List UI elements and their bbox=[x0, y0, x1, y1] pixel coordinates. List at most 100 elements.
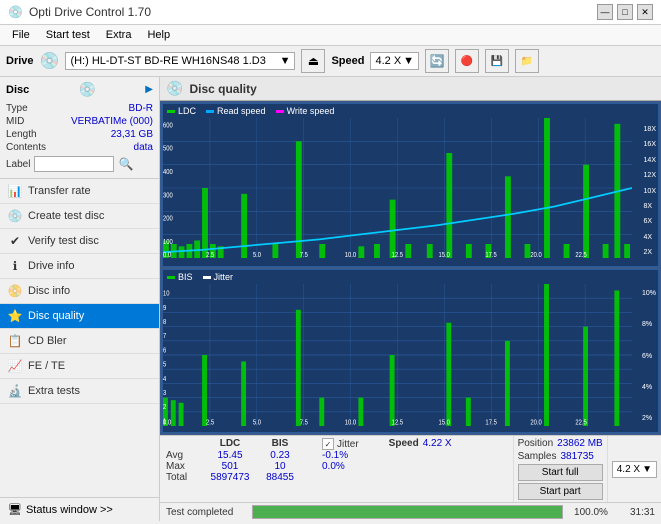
title-bar-left: 💿 Opti Drive Control 1.70 bbox=[8, 5, 151, 19]
svg-text:8: 8 bbox=[163, 318, 166, 326]
cd-bler-icon: 📋 bbox=[8, 334, 22, 348]
legend-jitter-dot bbox=[203, 276, 211, 279]
drive-select[interactable]: (H:) HL-DT-ST BD-RE WH16NS48 1.D3 ▼ bbox=[65, 52, 295, 70]
sidebar-item-disc-quality[interactable]: ⭐ Disc quality bbox=[0, 304, 159, 329]
stats-spacer bbox=[302, 438, 322, 450]
disc-label-label: Label bbox=[6, 159, 30, 170]
svg-text:7.5: 7.5 bbox=[300, 419, 308, 426]
record-button[interactable]: 🔴 bbox=[455, 49, 479, 73]
disc-contents-value: data bbox=[134, 142, 153, 153]
menu-extra[interactable]: Extra bbox=[98, 27, 140, 43]
verify-test-disc-icon: ✔ bbox=[8, 234, 22, 248]
refresh-button[interactable]: 🔄 bbox=[425, 49, 449, 73]
status-window-icon: 🖥 bbox=[8, 503, 22, 516]
svg-text:9: 9 bbox=[163, 304, 166, 312]
minimize-button[interactable]: — bbox=[597, 4, 613, 20]
sidebar-spacer bbox=[0, 404, 159, 497]
disc-mid-value: VERBATIMe (000) bbox=[71, 116, 153, 127]
stats-empty bbox=[166, 438, 202, 450]
svg-text:12.5: 12.5 bbox=[392, 419, 404, 426]
stats-bis-header: BIS bbox=[258, 438, 302, 450]
samples-value: 381735 bbox=[560, 451, 593, 462]
menu-help[interactable]: Help bbox=[139, 27, 178, 43]
svg-text:600: 600 bbox=[163, 122, 173, 130]
sidebar-item-extra-tests[interactable]: 🔬 Extra tests bbox=[0, 379, 159, 404]
chart2-y-right: 10% 8% 6% 4% 2% bbox=[640, 290, 658, 422]
jitter-header-label: Jitter bbox=[337, 439, 359, 450]
stats-header-row: LDC BIS ✓ Jitter Speed 4.22 X Avg bbox=[160, 436, 661, 503]
sidebar-item-verify-test-disc[interactable]: ✔ Verify test disc bbox=[0, 229, 159, 254]
maximize-button[interactable]: □ bbox=[617, 4, 633, 20]
avg-jitter: -0.1% bbox=[322, 450, 362, 461]
disc-section-title: Disc bbox=[6, 84, 29, 96]
avg-label: Avg bbox=[166, 450, 202, 461]
total-ldc: 5897473 bbox=[202, 472, 258, 483]
sidebar-item-drive-info[interactable]: ℹ Drive info bbox=[0, 254, 159, 279]
sidebar-item-fe-te[interactable]: 📈 FE / TE bbox=[0, 354, 159, 379]
avg-ldc: 15.45 bbox=[202, 450, 258, 461]
svg-text:17.5: 17.5 bbox=[485, 419, 497, 426]
legend-read-speed-dot bbox=[206, 110, 214, 113]
chart-ldc: LDC Read speed Write speed bbox=[162, 103, 659, 267]
sidebar-item-label-fe-te: FE / TE bbox=[28, 360, 65, 372]
samples-label: Samples bbox=[518, 451, 557, 462]
disc-quality-icon: ⭐ bbox=[8, 309, 22, 323]
disc-quality-header-icon: 💿 bbox=[166, 80, 183, 97]
speed-dropdown[interactable]: 4.2 X ▼ bbox=[612, 461, 657, 478]
disc-type-label: Type bbox=[6, 103, 28, 114]
close-button[interactable]: ✕ bbox=[637, 4, 653, 20]
svg-text:500: 500 bbox=[163, 145, 173, 153]
disc-arrow-icon: ▶ bbox=[145, 84, 153, 95]
start-part-button[interactable]: Start part bbox=[518, 483, 603, 500]
stats-right-panel: Position 23862 MB Samples 381735 Start f… bbox=[513, 436, 607, 502]
svg-text:5.0: 5.0 bbox=[253, 251, 262, 258]
app-icon: 💿 bbox=[8, 5, 23, 19]
max-ldc: 501 bbox=[202, 461, 258, 472]
svg-text:3: 3 bbox=[163, 389, 166, 397]
sidebar-item-cd-bler[interactable]: 📋 CD Bler bbox=[0, 329, 159, 354]
legend-ldc: LDC bbox=[167, 106, 196, 116]
jitter-checkbox[interactable]: ✓ bbox=[322, 438, 334, 450]
menu-file[interactable]: File bbox=[4, 27, 38, 43]
max-jitter: 0.0% bbox=[322, 461, 362, 472]
legend-write-speed-label: Write speed bbox=[287, 106, 335, 116]
sidebar-item-label-cd-bler: CD Bler bbox=[28, 335, 67, 347]
open-button[interactable]: 📁 bbox=[515, 49, 539, 73]
chart1-legend: LDC Read speed Write speed bbox=[163, 104, 658, 118]
charts-area: LDC Read speed Write speed bbox=[160, 101, 661, 435]
progress-percent: 100.0% bbox=[569, 507, 613, 518]
status-window-button[interactable]: 🖥 Status window >> bbox=[0, 497, 159, 521]
eject-button[interactable]: ⏏ bbox=[301, 49, 325, 73]
fe-te-icon: 📈 bbox=[8, 359, 22, 373]
sidebar-item-disc-info[interactable]: 📀 Disc info bbox=[0, 279, 159, 304]
svg-text:5: 5 bbox=[163, 361, 166, 369]
jitter-section: ✓ Jitter bbox=[322, 438, 359, 450]
main-layout: Disc 💿 ▶ Type BD-R MID VERBATIMe (000) L… bbox=[0, 77, 661, 521]
svg-text:5.0: 5.0 bbox=[253, 419, 261, 426]
svg-text:10.0: 10.0 bbox=[345, 251, 357, 258]
progress-bar-wrap bbox=[252, 505, 563, 519]
sidebar-item-label-extra-tests: Extra tests bbox=[28, 385, 80, 397]
progress-time: 31:31 bbox=[619, 507, 655, 518]
start-full-button[interactable]: Start full bbox=[518, 464, 603, 481]
disc-mid-row: MID VERBATIMe (000) bbox=[6, 115, 153, 128]
menu-start-test[interactable]: Start test bbox=[38, 27, 98, 43]
chart-bis: BIS Jitter bbox=[162, 269, 659, 433]
save-button[interactable]: 💾 bbox=[485, 49, 509, 73]
disc-label-icon[interactable]: 🔍 bbox=[118, 157, 133, 171]
svg-text:2.5: 2.5 bbox=[206, 419, 214, 426]
start-buttons: Start full Start part bbox=[518, 464, 603, 500]
svg-text:17.5: 17.5 bbox=[485, 251, 497, 258]
chart1-svg: 0.0 2.5 5.0 7.5 10.0 12.5 15.0 17.5 20.0… bbox=[163, 118, 632, 258]
sidebar-item-transfer-rate[interactable]: 📊 Transfer rate bbox=[0, 179, 159, 204]
speed-label: Speed bbox=[331, 55, 364, 67]
disc-label-input[interactable] bbox=[34, 156, 114, 172]
sidebar-item-label-drive-info: Drive info bbox=[28, 260, 74, 272]
legend-read-speed: Read speed bbox=[206, 106, 266, 116]
stats-ldc-header: LDC bbox=[202, 438, 258, 450]
sidebar-item-create-test-disc[interactable]: 💿 Create test disc bbox=[0, 204, 159, 229]
svg-text:200: 200 bbox=[163, 215, 173, 223]
disc-quality-header: 💿 Disc quality bbox=[160, 77, 661, 101]
speed-select[interactable]: 4.2 X ▼ bbox=[370, 52, 419, 70]
svg-text:7.5: 7.5 bbox=[300, 251, 309, 258]
